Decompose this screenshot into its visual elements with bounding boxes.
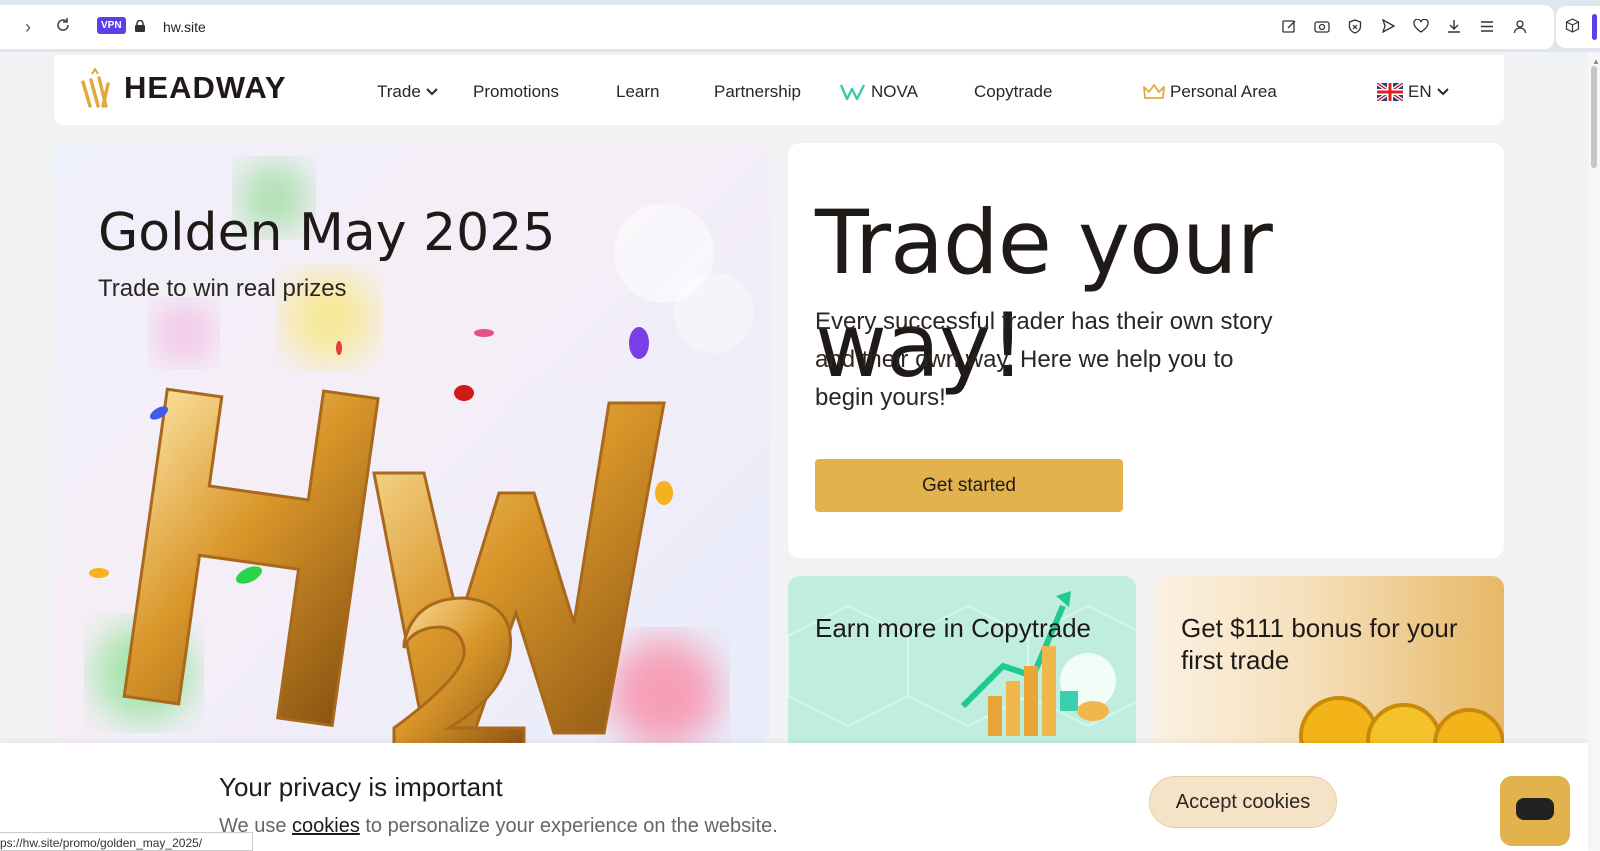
nav-learn-label: Learn [616, 82, 660, 101]
nav-copytrade-label: Copytrade [974, 82, 1053, 101]
bonus-card-title: Get $111 bonus for your first trade [1181, 613, 1458, 675]
reload-icon[interactable] [53, 17, 73, 37]
nav-partnership-label: Partnership [714, 82, 801, 101]
browser-toolbar: › VPN hw.site [0, 0, 1600, 52]
nav-nova-label: NOVA [871, 82, 918, 101]
camera-icon[interactable] [1311, 15, 1333, 37]
nav-promotions[interactable]: Promotions [473, 82, 559, 102]
scrollbar[interactable] [1588, 53, 1600, 851]
nav-copytrade[interactable]: Copytrade [974, 82, 1052, 102]
logo-mark-icon [81, 68, 110, 108]
scrollbar-thumb[interactable] [1591, 66, 1597, 168]
cookie-title: Your privacy is important [219, 772, 503, 802]
nav-personal-area-label: Personal Area [1170, 82, 1277, 101]
nav-nova[interactable]: NOVA [840, 82, 918, 102]
logo-text: HEADWAY [124, 70, 287, 105]
hero-section: Trade your way! Every successful trader … [788, 143, 1504, 558]
nav-trade-label: Trade [377, 82, 421, 101]
language-selector[interactable]: EN [1377, 82, 1449, 102]
vpn-badge[interactable]: VPN [97, 17, 126, 34]
nav-trade[interactable]: Trade [377, 82, 438, 102]
url-text[interactable]: hw.site [163, 19, 206, 35]
send-icon[interactable] [1377, 15, 1399, 37]
nav-promotions-label: Promotions [473, 82, 559, 101]
scroll-up-arrow-icon[interactable]: ▲ [1592, 57, 1600, 66]
accept-cookies-button[interactable]: Accept cookies [1149, 776, 1337, 828]
download-icon[interactable] [1443, 15, 1465, 37]
site-header: HEADWAY Trade Promotions Learn Partnersh… [54, 55, 1504, 125]
promo-banner[interactable]: Golden May 2025 Trade to win real prizes [54, 143, 770, 743]
shield-icon[interactable] [1344, 15, 1366, 37]
promo-subtitle: Trade to win real prizes [98, 275, 347, 302]
bonus-card[interactable]: Get $111 bonus for your first trade [1154, 576, 1504, 751]
nav-partnership[interactable]: Partnership [714, 82, 801, 102]
nav-learn[interactable]: Learn [616, 82, 659, 102]
status-bar-url: ps://hw.site/promo/golden_may_2025/ [0, 832, 253, 851]
uk-flag-icon [1377, 83, 1403, 101]
copytrade-card-title: Earn more in Copytrade [815, 613, 1092, 643]
side-panel-indicator[interactable] [1592, 14, 1597, 40]
chevron-right-icon[interactable]: › [18, 17, 38, 37]
language-label: EN [1408, 82, 1432, 101]
get-started-button[interactable]: Get started [815, 459, 1123, 512]
menu-icon[interactable] [1476, 15, 1498, 37]
chat-button[interactable] [1500, 776, 1570, 846]
nav-personal-area[interactable]: Personal Area [1143, 82, 1277, 102]
profile-icon[interactable] [1509, 15, 1531, 37]
copytrade-card[interactable]: Earn more in Copytrade [788, 576, 1136, 751]
chevron-down-icon [1436, 88, 1449, 96]
cookie-text: We use cookies to personalize your exper… [219, 815, 778, 838]
heart-icon[interactable] [1410, 15, 1432, 37]
promo-title: Golden May 2025 [98, 203, 556, 263]
lock-icon[interactable] [135, 19, 145, 32]
address-bar[interactable]: › VPN hw.site [0, 5, 1554, 49]
crown-icon [1143, 84, 1165, 99]
chevron-down-icon [426, 88, 438, 96]
cookies-link[interactable]: cookies [292, 815, 360, 837]
hero-description: Every successful trader has their own st… [815, 308, 1273, 411]
nova-icon [840, 84, 866, 101]
cookie-text-after: to personalize your experience on the we… [359, 815, 778, 837]
headway-logo[interactable]: HEADWAY [80, 68, 287, 108]
extension-icon[interactable] [1565, 18, 1580, 37]
copytrade-illustration [788, 591, 1136, 736]
chat-icon [1516, 798, 1554, 820]
edit-icon[interactable] [1278, 15, 1300, 37]
